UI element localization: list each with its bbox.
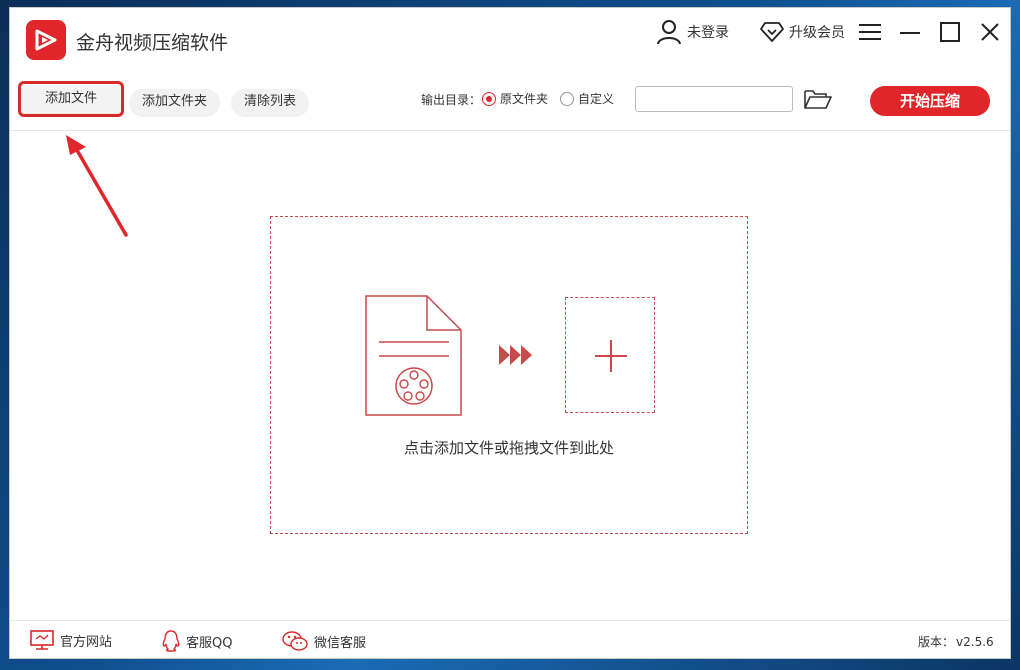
title-bar: 金舟视频压缩软件 未登录 升级会员 bbox=[10, 8, 1010, 70]
upgrade-label: 升级会员 bbox=[789, 25, 845, 41]
clear-list-button[interactable]: 清除列表 bbox=[232, 89, 309, 115]
footer-bar: 官方网站 客服QQ 微信客服 版本： v2.5.6 bbox=[10, 620, 1010, 659]
maximize-button[interactable] bbox=[936, 18, 964, 46]
user-icon bbox=[657, 20, 681, 45]
annotation-arrow-icon bbox=[66, 135, 128, 237]
add-placeholder-box[interactable] bbox=[565, 297, 655, 413]
minimize-icon bbox=[900, 32, 920, 34]
app-logo-icon bbox=[26, 20, 66, 60]
wechat-support-link[interactable]: 微信客服 bbox=[282, 630, 366, 652]
radio-dot bbox=[482, 91, 496, 106]
hamburger-menu-icon bbox=[859, 24, 881, 40]
monitor-icon bbox=[30, 630, 54, 650]
output-directory-label: 输出目录： bbox=[421, 93, 482, 107]
website-label: 官方网站 bbox=[60, 634, 113, 650]
radio-original-folder[interactable]: 原文件夹 bbox=[482, 90, 548, 107]
plus-icon bbox=[595, 340, 627, 372]
add-folder-button[interactable]: 添加文件夹 bbox=[130, 89, 220, 115]
toolbar: 添加文件 添加文件夹 清除列表 输出目录： 原文件夹 自定义 开始压缩 bbox=[10, 70, 1010, 131]
website-link[interactable]: 官方网站 bbox=[30, 630, 112, 650]
close-button[interactable] bbox=[976, 18, 1004, 46]
radio-custom[interactable]: 自定义 bbox=[560, 90, 614, 107]
folder-open-icon bbox=[804, 90, 832, 109]
version-info: 版本： v2.5.6 bbox=[916, 633, 994, 650]
radio-label: 自定义 bbox=[578, 92, 615, 106]
menu-button[interactable] bbox=[856, 18, 884, 46]
fast-forward-icon bbox=[499, 345, 532, 365]
maximize-icon bbox=[940, 22, 960, 42]
qq-label: 客服QQ bbox=[186, 635, 233, 651]
upgrade-member-button[interactable]: 升级会员 bbox=[760, 18, 845, 46]
output-path-input[interactable] bbox=[635, 86, 793, 112]
browse-folder-button[interactable] bbox=[804, 88, 834, 114]
radio-label: 原文件夹 bbox=[500, 92, 549, 106]
app-title: 金舟视频压缩软件 bbox=[76, 32, 229, 54]
login-label: 未登录 bbox=[687, 25, 729, 41]
wechat-label: 微信客服 bbox=[314, 635, 367, 651]
version-value: v2.5.6 bbox=[956, 635, 994, 649]
minimize-button[interactable] bbox=[896, 18, 924, 46]
add-file-button[interactable]: 添加文件 bbox=[18, 81, 124, 117]
qq-penguin-icon bbox=[162, 630, 180, 652]
qq-support-link[interactable]: 客服QQ bbox=[162, 630, 232, 652]
video-file-icon bbox=[365, 295, 462, 416]
login-button[interactable]: 未登录 bbox=[656, 18, 729, 46]
wechat-icon bbox=[282, 631, 308, 651]
drop-hint-text: 点击添加文件或拖拽文件到此处 bbox=[403, 439, 614, 457]
app-window: 金舟视频压缩软件 未登录 升级会员 添加文件 添加文件夹 清除列表 输出目录： … bbox=[10, 8, 1010, 658]
diamond-icon bbox=[760, 22, 784, 42]
version-label: 版本： bbox=[918, 635, 955, 649]
file-drop-zone[interactable]: 点击添加文件或拖拽文件到此处 bbox=[270, 216, 748, 534]
close-icon bbox=[981, 23, 999, 41]
start-compress-button[interactable]: 开始压缩 bbox=[870, 86, 990, 116]
radio-dot bbox=[560, 91, 574, 106]
